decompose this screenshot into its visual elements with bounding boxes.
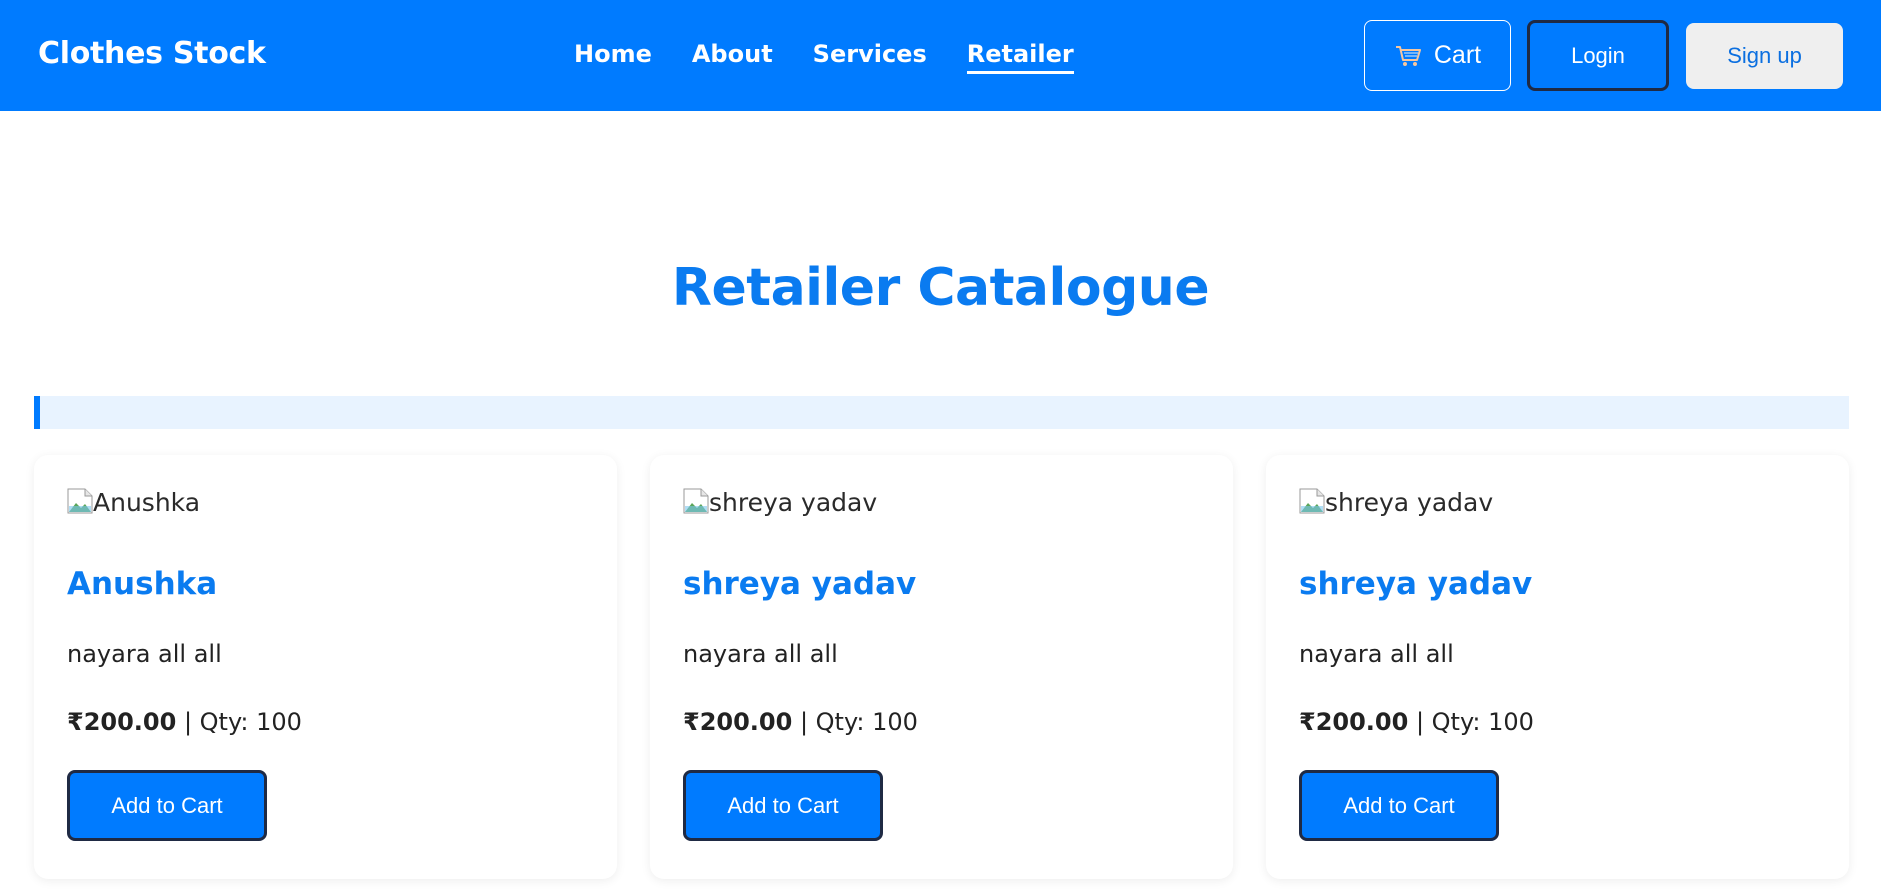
product-price: ₹200.00 [1299,708,1409,736]
product-image-alt: Anushka [93,488,201,517]
product-card: shreya yadav shreya yadav nayara all all… [650,455,1233,879]
product-description: nayara all all [683,640,838,668]
meta-separator: | [1408,708,1432,736]
page-title: Retailer Catalogue [671,258,1210,318]
broken-image-icon [1299,488,1325,514]
product-grid: Anushka Anushka nayara all all ₹200.00 |… [34,455,1849,879]
broken-image-icon [67,488,93,514]
shopping-cart-icon [1394,44,1422,68]
signup-button[interactable]: Sign up [1686,22,1843,89]
nav-link-retailer[interactable]: Retailer [966,40,1074,74]
product-description: nayara all all [1299,640,1454,668]
product-card: Anushka Anushka nayara all all ₹200.00 |… [34,455,617,879]
nav-links: Home About Services Retailer [574,40,1074,74]
catalogue-info-bar [34,396,1849,429]
meta-separator: | [792,708,816,736]
product-name: Anushka [67,566,218,602]
brand-logo[interactable]: Clothes Stock [38,36,266,71]
cart-label: Cart [1433,41,1482,69]
product-price: ₹200.00 [683,708,793,736]
product-image: Anushka [67,488,584,528]
product-image: shreya yadav [1299,488,1816,528]
nav-link-about[interactable]: About [692,40,773,74]
navbar: Clothes Stock Home About Services Retail… [0,0,1881,111]
nav-link-home[interactable]: Home [574,40,652,74]
product-meta: ₹200.00 | Qty: 100 [67,708,584,736]
product-price: ₹200.00 [67,708,177,736]
product-image-alt: shreya yadav [1325,488,1494,517]
product-name: shreya yadav [683,566,917,602]
cart-button[interactable]: Cart [1364,20,1511,91]
product-meta: ₹200.00 | Qty: 100 [683,708,1200,736]
product-image-alt: shreya yadav [709,488,878,517]
product-card: shreya yadav shreya yadav nayara all all… [1266,455,1849,879]
add-to-cart-button[interactable]: Add to Cart [67,770,267,841]
meta-separator: | [176,708,200,736]
add-to-cart-button[interactable]: Add to Cart [683,770,883,841]
nav-actions: Cart Login Sign up [1364,20,1843,91]
login-button[interactable]: Login [1527,20,1669,91]
product-qty: Qty: 100 [1431,708,1534,736]
product-qty: Qty: 100 [199,708,302,736]
product-description: nayara all all [67,640,222,668]
broken-image-icon [683,488,709,514]
nav-link-services[interactable]: Services [813,40,927,74]
product-meta: ₹200.00 | Qty: 100 [1299,708,1816,736]
product-name: shreya yadav [1299,566,1533,602]
product-image: shreya yadav [683,488,1200,528]
add-to-cart-button[interactable]: Add to Cart [1299,770,1499,841]
product-qty: Qty: 100 [815,708,918,736]
